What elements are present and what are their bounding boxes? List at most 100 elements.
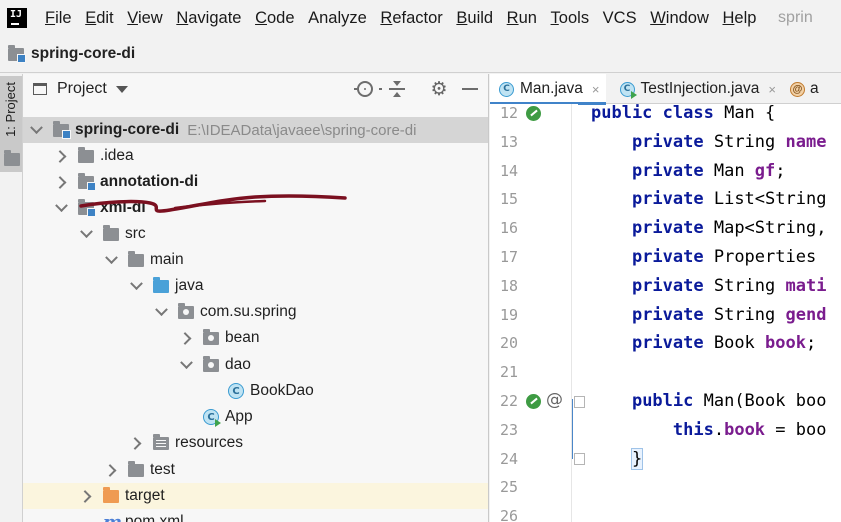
fold-marker-icon[interactable]	[574, 452, 585, 465]
fold-guide	[572, 399, 573, 459]
line-number: 12	[499, 104, 518, 122]
menu-build[interactable]: Build	[456, 9, 493, 28]
chevron-right-icon[interactable]	[104, 463, 118, 477]
module-folder-icon	[8, 44, 26, 63]
class-icon: C	[228, 383, 244, 399]
menu-analyze[interactable]: Analyze	[308, 9, 367, 28]
crosshair-icon	[354, 81, 382, 97]
folder-icon	[4, 150, 20, 166]
spring-bean-icon[interactable]	[526, 106, 541, 121]
code-line: private Properties	[631, 247, 827, 267]
chevron-down-icon[interactable]	[179, 358, 193, 372]
menu-view[interactable]: View	[127, 9, 162, 28]
tree-item-label: BookDao	[250, 382, 314, 399]
collapse-all-button[interactable]	[388, 80, 406, 98]
tree-item-bookdao[interactable]: C BookDao	[23, 378, 488, 404]
spring-bean-icon[interactable]	[526, 394, 541, 409]
hide-panel-button[interactable]	[461, 80, 479, 98]
menu-tools[interactable]: Tools	[551, 9, 590, 28]
tree-item-spring-core-di[interactable]: spring-core-di E:\IDEAData\javaee\spring-…	[23, 117, 488, 143]
tree-item-label: test	[150, 461, 175, 478]
tree-item-test[interactable]: test	[23, 457, 488, 483]
module-folder-icon	[53, 120, 71, 139]
line-number: 14	[499, 161, 518, 180]
settings-button[interactable]: ⚙	[430, 78, 448, 100]
tree-item-main[interactable]: main	[23, 247, 488, 273]
line-number: 26	[499, 507, 518, 522]
chevron-down-icon[interactable]	[29, 123, 43, 137]
menu-window[interactable]: Window	[650, 9, 709, 28]
chevron-right-icon[interactable]	[54, 175, 68, 189]
module-folder-icon	[78, 198, 96, 217]
menu-code[interactable]: Code	[255, 9, 294, 28]
chevron-down-icon[interactable]	[115, 85, 128, 93]
gutter-divider	[571, 104, 572, 522]
excluded-folder-icon	[103, 486, 119, 503]
editor-tab-a[interactable]: @ a	[782, 74, 825, 104]
package-icon	[203, 328, 219, 345]
chevron-down-icon[interactable]	[154, 305, 168, 319]
project-tool-window-tab[interactable]: 1: Project	[0, 76, 22, 172]
chevron-right-icon[interactable]	[54, 149, 68, 163]
tree-item-dao[interactable]: dao	[23, 352, 488, 378]
line-number: 19	[499, 305, 518, 324]
project-view-selector[interactable]: Project	[57, 80, 107, 98]
package-icon	[203, 355, 219, 372]
code-editor: C Man.java × C TestInjection.java × @ a 12 publi…	[490, 74, 841, 522]
menu-navigate[interactable]: Navigate	[176, 9, 241, 28]
menu-edit[interactable]: Edit	[85, 9, 113, 28]
tree-item-java[interactable]: java	[23, 273, 488, 299]
fold-marker-icon[interactable]	[574, 396, 585, 408]
tree-item-target[interactable]: target	[23, 483, 488, 509]
chevron-right-icon[interactable]	[79, 489, 93, 503]
tree-item-src[interactable]: src	[23, 221, 488, 247]
menu-file[interactable]: File	[45, 9, 72, 28]
close-icon[interactable]: ×	[768, 82, 776, 97]
tree-item-app[interactable]: C App	[23, 404, 488, 430]
gear-icon: ⚙	[430, 78, 448, 100]
window-title: sprin	[778, 9, 813, 26]
minimize-icon	[462, 88, 478, 90]
annotation-marker-icon[interactable]: @	[546, 390, 563, 410]
tree-item-com-su-spring[interactable]: com.su.spring	[23, 299, 488, 325]
chevron-down-icon[interactable]	[79, 227, 93, 241]
line-number: 16	[499, 219, 518, 238]
folder-icon	[128, 250, 144, 267]
line-number: 18	[499, 276, 518, 295]
menu-help[interactable]: Help	[723, 9, 757, 28]
project-tool-window-label: 1: Project	[3, 82, 18, 137]
chevron-right-icon[interactable]	[129, 436, 143, 450]
module-folder-icon	[78, 172, 96, 191]
line-number: 17	[499, 248, 518, 266]
tree-item-label: pom.xml	[125, 513, 184, 522]
chevron-down-icon[interactable]	[54, 201, 68, 215]
breadcrumb-project[interactable]: spring-core-di	[31, 45, 135, 63]
close-icon[interactable]: ×	[592, 82, 600, 97]
collapse-all-icon	[389, 81, 405, 97]
tree-item-label: xml-di	[100, 199, 146, 216]
menu-refactor[interactable]: Refactor	[380, 9, 442, 28]
code-line: private Man gf;	[631, 160, 786, 181]
tree-item-annotation-di[interactable]: annotation-di	[23, 169, 488, 195]
chevron-right-icon[interactable]	[179, 331, 193, 345]
menu-bar: IJ File Edit View Navigate Code Analyze Refact…	[0, 0, 841, 36]
editor-tab-label: a	[810, 80, 819, 97]
tree-item-idea[interactable]: .idea	[23, 143, 488, 169]
project-panel: Project ⚙ spring-core-di E:\IDEAData\java…	[23, 74, 489, 522]
tree-item-label: spring-core-di	[75, 121, 180, 138]
resources-folder-icon	[153, 433, 169, 450]
line-number: 20	[499, 334, 518, 353]
tree-item-bean[interactable]: bean	[23, 325, 488, 351]
left-tool-stripe: 1: Project	[0, 74, 23, 522]
navigation-bar: spring-core-di	[0, 36, 841, 73]
tree-item-xml-di[interactable]: xml-di	[23, 195, 488, 221]
chevron-down-icon[interactable]	[104, 253, 118, 267]
tree-item-label: src	[125, 225, 146, 242]
tree-item-resources[interactable]: resources	[23, 430, 488, 456]
menu-run[interactable]: Run	[507, 9, 537, 28]
chevron-down-icon[interactable]	[129, 279, 143, 293]
tree-item-pom-xml[interactable]: m pom.xml	[23, 509, 488, 522]
menu-vcs[interactable]: VCS	[603, 9, 637, 28]
locate-file-button[interactable]	[354, 80, 382, 98]
line-number: 13	[499, 132, 518, 151]
